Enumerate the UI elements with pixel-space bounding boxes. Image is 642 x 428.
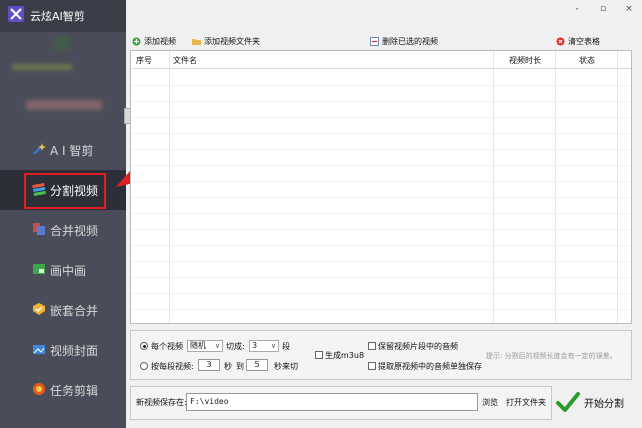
column-filename: 文件名 bbox=[173, 56, 197, 65]
row-divider bbox=[131, 277, 631, 278]
column-status: 状态 bbox=[579, 56, 595, 65]
clear-table-button[interactable]: 清空表格 bbox=[556, 34, 600, 48]
video-table[interactable]: 序号 文件名 视频时长 状态 bbox=[130, 50, 632, 324]
sidebar-item-label: 分割视频 bbox=[50, 184, 99, 198]
generate-m3u8-checkbox[interactable] bbox=[315, 351, 323, 359]
split-video-icon bbox=[32, 182, 46, 196]
each-video-radio[interactable] bbox=[140, 342, 148, 350]
minimize-button[interactable]: - bbox=[570, 4, 584, 16]
folder-icon bbox=[192, 37, 201, 46]
segments-unit: 段 bbox=[282, 342, 290, 351]
mode-select-value: 随机 bbox=[190, 341, 206, 350]
row-divider bbox=[131, 181, 631, 182]
each-video-label: 每个视频 bbox=[151, 342, 183, 351]
add-video-button[interactable]: 添加视频 bbox=[132, 34, 176, 48]
seconds-to-input[interactable]: 5 bbox=[246, 359, 268, 371]
table-header: 序号 文件名 视频时长 状态 bbox=[131, 51, 631, 69]
add-video-label: 添加视频 bbox=[144, 36, 176, 46]
row-divider bbox=[131, 101, 631, 102]
sidebar-item-label: 合并视频 bbox=[50, 224, 99, 238]
sidebar-item-label: 嵌套合并 bbox=[50, 304, 99, 318]
mode-select[interactable]: 随机 ∨ bbox=[187, 340, 223, 352]
delete-selected-button[interactable]: 删除已选的视频 bbox=[370, 34, 438, 48]
close-button[interactable]: × bbox=[622, 4, 636, 16]
sidebar-item-label: A I 智剪 bbox=[50, 144, 94, 158]
ai-magic-icon bbox=[32, 142, 46, 156]
open-folder-button[interactable]: 打开文件夹 bbox=[506, 397, 546, 408]
row-divider bbox=[131, 229, 631, 230]
app-logo-icon bbox=[8, 6, 24, 22]
delete-selected-label: 删除已选的视频 bbox=[382, 36, 438, 46]
row-divider bbox=[131, 197, 631, 198]
task-edit-icon bbox=[32, 382, 46, 396]
to-label: 到 bbox=[236, 362, 244, 371]
row-divider bbox=[131, 117, 631, 118]
segments-select-value: 3 bbox=[252, 341, 258, 350]
row-divider bbox=[131, 309, 631, 310]
app-header: 云炫AI智剪 bbox=[0, 0, 126, 32]
row-divider bbox=[131, 165, 631, 166]
row-divider bbox=[131, 213, 631, 214]
add-icon bbox=[132, 37, 141, 46]
seconds-unit-label: 秒 bbox=[224, 362, 232, 371]
sidebar-item-label: 任务剪辑 bbox=[50, 384, 99, 398]
add-folder-label: 添加视频文件夹 bbox=[204, 36, 260, 46]
row-divider bbox=[131, 245, 631, 246]
column-divider bbox=[493, 51, 494, 323]
row-divider bbox=[131, 85, 631, 86]
browse-button[interactable]: 浏览 bbox=[482, 397, 498, 408]
sidebar-item-split-video[interactable]: 分割视频 bbox=[0, 170, 126, 210]
column-divider bbox=[169, 51, 170, 323]
by-segment-radio[interactable] bbox=[140, 362, 148, 370]
clear-icon bbox=[556, 37, 565, 46]
segments-select[interactable]: 3 ∨ bbox=[249, 340, 279, 352]
generate-m3u8-label: 生成m3u8 bbox=[325, 351, 365, 360]
keep-audio-label: 保留视频片段中的音频 bbox=[378, 342, 458, 351]
cut-label: 切成: bbox=[226, 342, 245, 351]
save-path-label: 新视频保存在: bbox=[136, 398, 187, 407]
extract-audio-checkbox[interactable] bbox=[368, 362, 376, 370]
sidebar-item-video-cover[interactable]: 视频封面 bbox=[0, 330, 126, 370]
clear-table-label: 清空表格 bbox=[568, 36, 600, 46]
start-split-button[interactable]: 开始分割 bbox=[554, 386, 634, 418]
row-divider bbox=[131, 261, 631, 262]
merge-video-icon bbox=[32, 222, 46, 236]
row-divider bbox=[131, 133, 631, 134]
checkmark-icon bbox=[556, 392, 580, 412]
delete-icon bbox=[370, 36, 379, 46]
sidebar-item-label: 视频封面 bbox=[50, 344, 99, 358]
start-split-label: 开始分割 bbox=[584, 399, 624, 410]
column-divider bbox=[617, 51, 618, 323]
seconds-from-input[interactable]: 3 bbox=[198, 359, 220, 371]
column-index: 序号 bbox=[136, 56, 152, 65]
picture-in-picture-icon bbox=[32, 262, 46, 276]
seconds-cut-label: 秒来切 bbox=[274, 362, 298, 371]
sidebar-item-ai[interactable]: A I 智剪 bbox=[0, 130, 126, 170]
extract-audio-label: 提取原视频中的音频单独保存 bbox=[378, 362, 482, 371]
video-cover-icon bbox=[32, 342, 46, 356]
sidebar-item-nest-merge[interactable]: 嵌套合并 bbox=[0, 290, 126, 330]
blurred-account-info bbox=[26, 100, 102, 110]
sidebar-item-pip[interactable]: 画中画 bbox=[0, 250, 126, 290]
chevron-down-icon: ∨ bbox=[214, 342, 220, 350]
save-path-input[interactable]: F:\video bbox=[186, 393, 478, 411]
blurred-avatar bbox=[54, 36, 70, 50]
nest-merge-icon bbox=[32, 302, 46, 316]
app-title: 云炫AI智剪 bbox=[30, 10, 85, 23]
sidebar-item-merge-video[interactable]: 合并视频 bbox=[0, 210, 126, 250]
keep-audio-checkbox[interactable] bbox=[368, 342, 376, 350]
maximize-button[interactable]: ▫ bbox=[596, 4, 610, 16]
add-folder-button[interactable]: 添加视频文件夹 bbox=[192, 34, 260, 48]
row-divider bbox=[131, 293, 631, 294]
by-segment-label: 按每段视频: bbox=[151, 362, 194, 371]
row-divider bbox=[131, 149, 631, 150]
blurred-username bbox=[12, 64, 72, 70]
column-duration: 视频时长 bbox=[509, 56, 541, 65]
hint-text: 提示: 分割后的视频长度会有一定的误差。 bbox=[486, 352, 617, 360]
chevron-down-icon: ∨ bbox=[270, 342, 276, 350]
sidebar-item-label: 画中画 bbox=[50, 264, 87, 278]
sidebar-item-task-edit[interactable]: 任务剪辑 bbox=[0, 370, 126, 410]
sidebar: 云炫AI智剪 A I 智剪 分割视频 合并视频 画中画 嵌套合并 视频封面 任务… bbox=[0, 0, 126, 428]
column-divider bbox=[555, 51, 556, 323]
